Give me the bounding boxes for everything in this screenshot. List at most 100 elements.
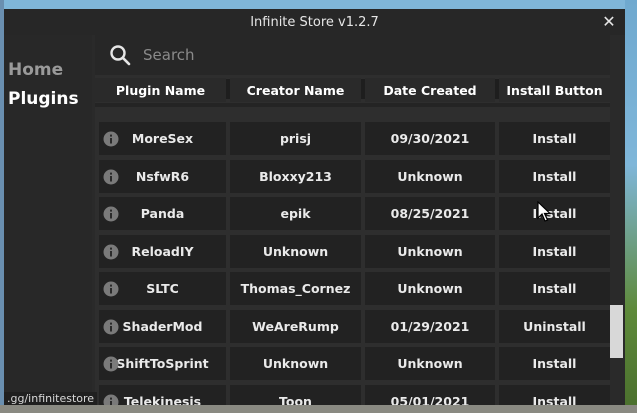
window-title: Infinite Store v1.2.7 bbox=[250, 14, 379, 30]
plugin-name-cell-label: ShaderMod bbox=[122, 318, 203, 334]
creator-name-cell-label: epik bbox=[280, 206, 311, 221]
date-created-cell-label: 09/30/2021 bbox=[390, 131, 470, 146]
info-icon[interactable] bbox=[103, 206, 119, 222]
install-button[interactable]: Install bbox=[499, 197, 610, 230]
creator-name-cell: epik bbox=[230, 197, 361, 230]
table-row: ShiftToSprint Unknown Unknown Install bbox=[95, 347, 610, 380]
plugin-name-cell-label: NsfwR6 bbox=[135, 168, 190, 184]
plugin-name-cell-label: Telekinesis bbox=[123, 393, 202, 406]
creator-name-cell-label: Toon bbox=[279, 393, 312, 406]
column-header-install-button[interactable]: Install Button bbox=[499, 78, 610, 102]
install-button[interactable]: Install bbox=[499, 234, 610, 268]
creator-name-cell-label: Unknown bbox=[262, 243, 329, 259]
plugin-panel: Plugin Name Creator Name Date Created In… bbox=[95, 35, 610, 405]
date-created-cell: 01/29/2021 bbox=[365, 309, 495, 343]
info-icon[interactable] bbox=[103, 244, 119, 260]
install-button-label: Install bbox=[532, 243, 577, 259]
plugin-name-cell-label: MoreSex bbox=[131, 131, 194, 146]
table-row: Telekinesis Toon 05/01/2021 Install bbox=[95, 384, 610, 406]
creator-name-cell-label: Unknown bbox=[262, 356, 329, 371]
search-icon bbox=[110, 45, 131, 66]
install-button[interactable]: Install bbox=[499, 122, 610, 155]
install-button-label: Install bbox=[532, 356, 577, 371]
creator-name-cell-label: prisj bbox=[279, 131, 312, 146]
date-created-cell-label: 05/01/2021 bbox=[390, 393, 470, 406]
date-created-cell: Unknown bbox=[365, 347, 495, 380]
column-header-plugin-name[interactable]: Plugin Name bbox=[95, 78, 226, 102]
scrollbar-thumb[interactable] bbox=[610, 305, 623, 358]
install-button-label: Install bbox=[532, 168, 577, 184]
discord-link[interactable]: .gg/infinitestore bbox=[4, 392, 98, 405]
date-created-cell: Unknown bbox=[365, 234, 495, 268]
sidebar-item-plugins[interactable]: Plugins bbox=[8, 89, 79, 109]
plugin-name-cell: MoreSex bbox=[99, 122, 226, 155]
column-header-date-created[interactable]: Date Created bbox=[365, 78, 495, 102]
install-button[interactable]: Install bbox=[499, 347, 610, 380]
plugin-name-cell-label: ShiftToSprint bbox=[116, 356, 209, 371]
creator-name-cell-label: Bloxxy213 bbox=[259, 168, 332, 184]
creator-name-cell: Toon bbox=[230, 384, 361, 406]
creator-name-cell: WeAreRump bbox=[230, 309, 361, 343]
mouse-cursor-icon bbox=[537, 201, 551, 222]
search-input[interactable] bbox=[141, 45, 565, 65]
install-button-label: Uninstall bbox=[523, 318, 586, 334]
plugin-name-cell-label: SLTC bbox=[146, 281, 179, 296]
plugin-name-cell: ReloadIY bbox=[99, 234, 226, 268]
table-row: ReloadIY Unknown Unknown Install bbox=[95, 234, 610, 268]
background-scene bbox=[625, 0, 637, 413]
info-icon[interactable] bbox=[103, 131, 119, 147]
install-button-label: Install bbox=[532, 393, 577, 406]
close-icon[interactable]: ✕ bbox=[599, 12, 619, 32]
table-row: MoreSex prisj 09/30/2021 Install bbox=[95, 122, 610, 155]
background-sky bbox=[0, 0, 637, 9]
info-icon[interactable] bbox=[103, 169, 119, 185]
plugin-name-cell: ShaderMod bbox=[99, 309, 226, 343]
date-created-cell-label: 08/25/2021 bbox=[390, 206, 470, 221]
creator-name-cell: Thomas_Cornez bbox=[230, 272, 361, 305]
date-created-cell: 05/01/2021 bbox=[365, 384, 495, 406]
info-icon[interactable] bbox=[103, 281, 119, 297]
creator-name-cell-label: WeAreRump bbox=[252, 318, 339, 334]
plugin-name-cell-label: ReloadIY bbox=[131, 243, 194, 259]
creator-name-cell-label: Thomas_Cornez bbox=[240, 281, 351, 296]
store-window: Infinite Store v1.2.7 ✕ Home Plugins Plu… bbox=[4, 9, 625, 405]
table-row: SLTC Thomas_Cornez Unknown Install bbox=[95, 272, 610, 305]
date-created-cell-label: Unknown bbox=[397, 281, 463, 296]
info-icon[interactable] bbox=[103, 319, 119, 335]
column-header-creator-name[interactable]: Creator Name bbox=[230, 78, 361, 102]
plugin-name-cell: NsfwR6 bbox=[99, 159, 226, 193]
creator-name-cell: Unknown bbox=[230, 347, 361, 380]
date-created-cell: 08/25/2021 bbox=[365, 197, 495, 230]
sidebar-item-home[interactable]: Home bbox=[8, 60, 63, 80]
creator-name-cell: Bloxxy213 bbox=[230, 159, 361, 193]
table-row: NsfwR6 Bloxxy213 Unknown Install bbox=[95, 159, 610, 193]
table-row: ShaderMod WeAreRump 01/29/2021 Uninstall bbox=[95, 309, 610, 343]
install-button[interactable]: Install bbox=[499, 272, 610, 305]
info-icon[interactable] bbox=[103, 394, 119, 406]
table-row: Panda epik 08/25/2021 Install bbox=[95, 197, 610, 230]
creator-name-cell: Unknown bbox=[230, 234, 361, 268]
install-button-label: Install bbox=[532, 281, 577, 296]
install-button[interactable]: Uninstall bbox=[499, 309, 610, 343]
install-button[interactable]: Install bbox=[499, 159, 610, 193]
plugin-name-cell: SLTC bbox=[99, 272, 226, 305]
date-created-cell-label: 01/29/2021 bbox=[390, 318, 470, 334]
info-icon[interactable] bbox=[103, 356, 119, 372]
date-created-cell: Unknown bbox=[365, 159, 495, 193]
header-divider bbox=[95, 103, 610, 107]
background-ground bbox=[0, 405, 637, 413]
plugin-name-cell: ShiftToSprint bbox=[99, 347, 226, 380]
search-bar bbox=[95, 35, 610, 75]
title-bar[interactable]: Infinite Store v1.2.7 ✕ bbox=[4, 9, 625, 35]
creator-name-cell: prisj bbox=[230, 122, 361, 155]
date-created-cell-label: Unknown bbox=[397, 356, 463, 371]
install-button-label: Install bbox=[532, 131, 577, 146]
date-created-cell-label: Unknown bbox=[397, 168, 463, 184]
plugin-name-cell-label: Panda bbox=[140, 206, 185, 221]
date-created-cell-label: Unknown bbox=[397, 243, 463, 259]
date-created-cell: 09/30/2021 bbox=[365, 122, 495, 155]
install-button[interactable]: Install bbox=[499, 384, 610, 406]
sidebar: Home Plugins bbox=[4, 35, 92, 405]
date-created-cell: Unknown bbox=[365, 272, 495, 305]
plugin-name-cell: Panda bbox=[99, 197, 226, 230]
